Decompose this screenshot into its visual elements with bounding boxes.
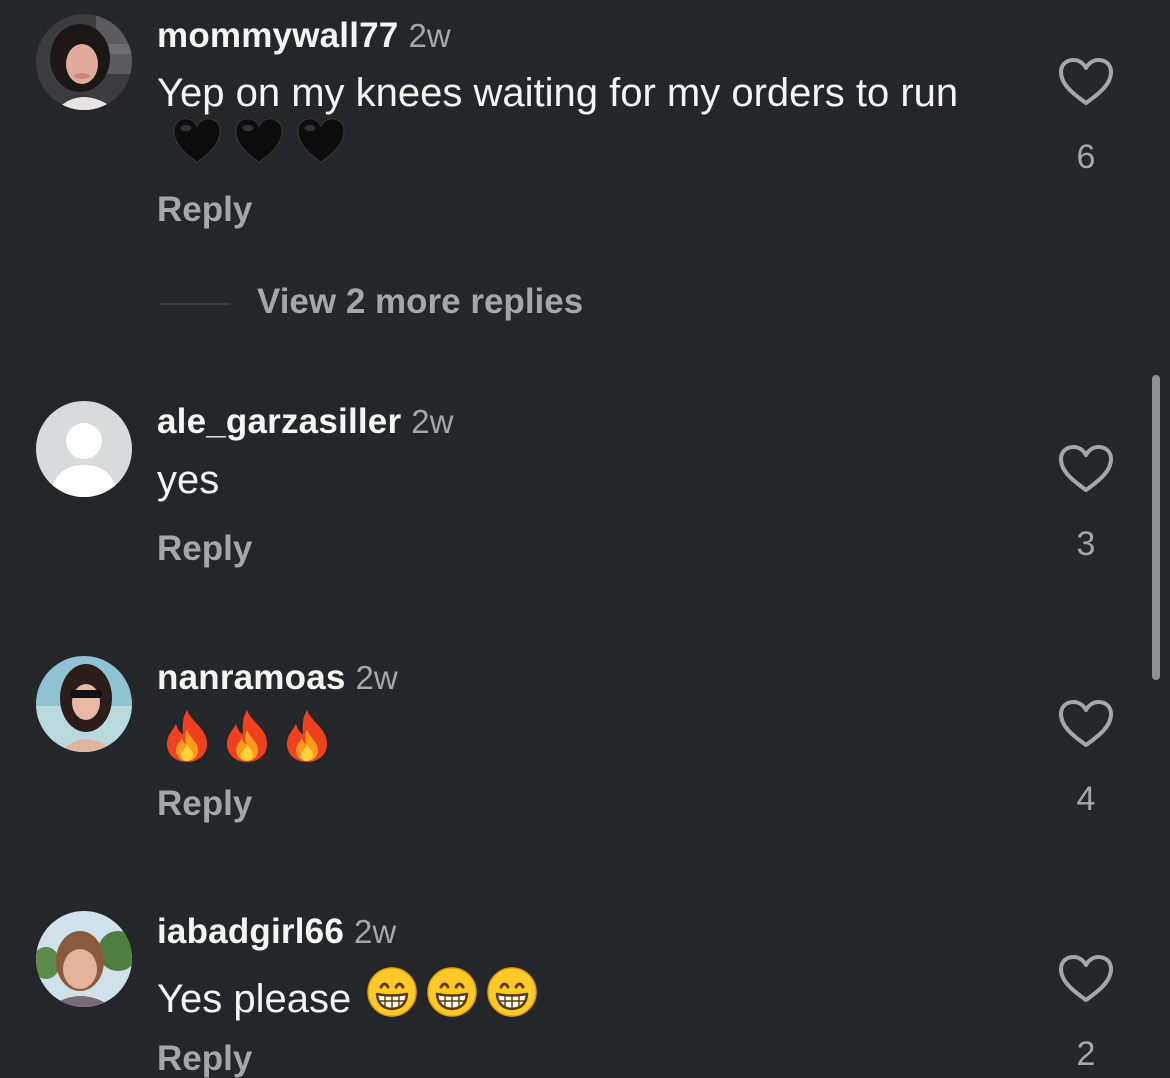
comment-header: iabadgirl66 2w xyxy=(157,914,396,949)
black-heart-icon xyxy=(233,117,285,176)
comment-header: ale_garzasiller 2w xyxy=(157,404,453,439)
username[interactable]: ale_garzasiller xyxy=(157,402,401,441)
comment-header: mommywall77 2w xyxy=(157,18,451,53)
black-heart-icon xyxy=(295,117,347,176)
comment-body: Yep on my knees waiting for my orders to… xyxy=(157,69,1017,176)
timestamp: 2w xyxy=(411,403,454,440)
grinning-face-icon xyxy=(366,966,418,1029)
comment-text: Yes please xyxy=(157,977,352,1021)
comment-body xyxy=(157,708,1017,775)
view-more-replies-label: View 2 more replies xyxy=(257,282,584,321)
comment-body: Yes please xyxy=(157,966,1017,1029)
heart-outline-icon xyxy=(1058,699,1114,749)
timestamp: 2w xyxy=(354,913,397,950)
reply-button[interactable]: Reply xyxy=(157,1041,252,1076)
like-button[interactable] xyxy=(1058,444,1114,499)
person-silhouette-icon xyxy=(36,401,132,497)
like-button[interactable] xyxy=(1058,954,1114,1009)
heart-outline-icon xyxy=(1058,954,1114,1004)
like-count: 4 xyxy=(1076,780,1096,818)
timestamp: 2w xyxy=(408,17,451,54)
fire-icon xyxy=(161,708,213,775)
fire-icon xyxy=(281,708,333,775)
username[interactable]: mommywall77 xyxy=(157,16,398,55)
username[interactable]: iabadgirl66 xyxy=(157,912,344,951)
avatar[interactable] xyxy=(36,911,132,1007)
fire-icon xyxy=(221,708,273,775)
scrollbar[interactable] xyxy=(1152,375,1160,680)
avatar[interactable] xyxy=(36,14,132,110)
username[interactable]: nanramoas xyxy=(157,658,346,697)
like-count: 2 xyxy=(1076,1035,1096,1073)
like-count: 6 xyxy=(1076,138,1096,176)
comment-text: Yep on my knees waiting for my orders to… xyxy=(157,71,959,115)
timestamp: 2w xyxy=(355,659,398,696)
comment-header: nanramoas 2w xyxy=(157,660,398,695)
grinning-face-icon xyxy=(426,966,478,1029)
comment-text: yes xyxy=(157,458,220,502)
heart-outline-icon xyxy=(1058,444,1114,494)
reply-button[interactable]: Reply xyxy=(157,192,252,227)
grinning-face-icon xyxy=(486,966,538,1029)
avatar[interactable] xyxy=(36,401,132,497)
like-button[interactable] xyxy=(1058,699,1114,754)
avatar[interactable] xyxy=(36,656,132,752)
like-button[interactable] xyxy=(1058,57,1114,112)
heart-outline-icon xyxy=(1058,57,1114,107)
black-heart-icon xyxy=(171,117,223,176)
reply-button[interactable]: Reply xyxy=(157,786,252,821)
comment-body: yes xyxy=(157,456,1017,504)
thread-divider xyxy=(160,303,230,305)
like-count: 3 xyxy=(1076,525,1096,563)
reply-button[interactable]: Reply xyxy=(157,531,252,566)
